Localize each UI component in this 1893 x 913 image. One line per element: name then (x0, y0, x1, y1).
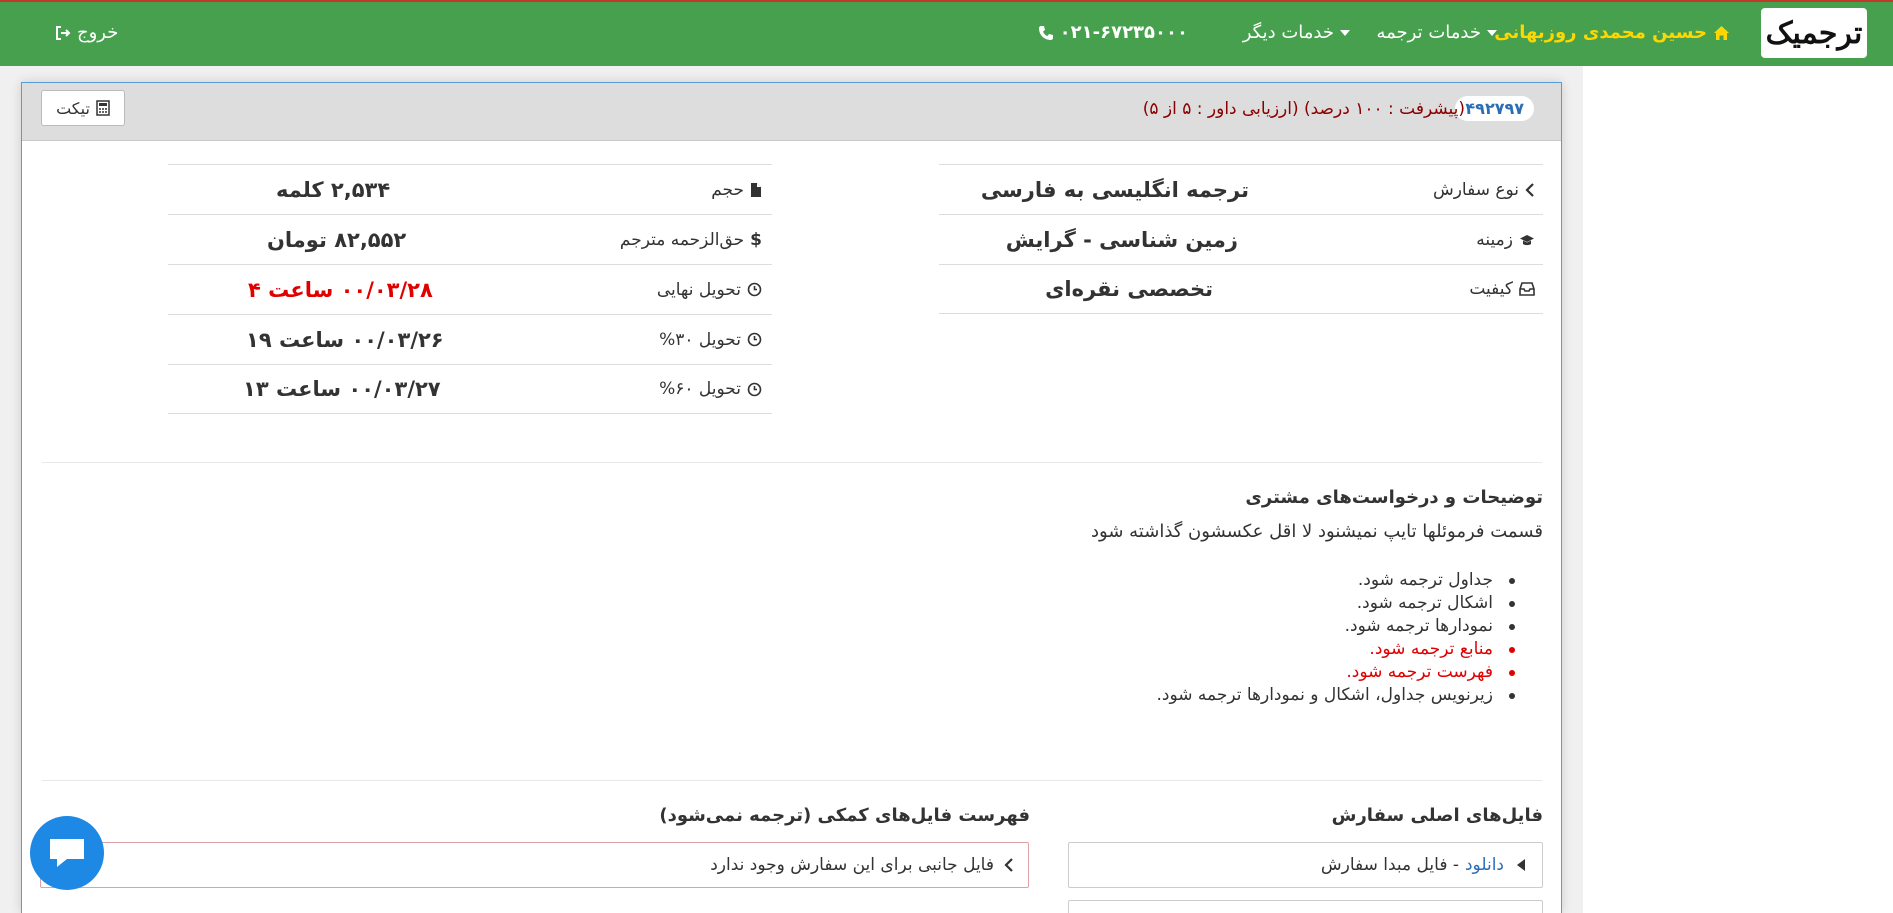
order-panel: ۴۹۲۷۹۷ (پیشرفت : ۱۰۰ درصد) (ارزیابی داور… (21, 82, 1562, 913)
detail-value: ۰۰/۰۳/۲۷ ساعت ۱۳ (243, 377, 441, 401)
list-item: منابع ترجمه شود. (1156, 638, 1543, 661)
detail-label-text: نوع سفارش (1432, 179, 1519, 200)
detail-label-text: زمینه (1476, 229, 1513, 250)
user-name: حسین محمدی روزبهانی (1494, 22, 1707, 43)
detail-row-final-delivery: تحویل نهایی ۰۰/۰۳/۲۸ ساعت ۴ (168, 264, 772, 314)
dollar-icon: $ (750, 229, 762, 250)
translation-services-dropdown[interactable]: خدمات ترجمه (1376, 22, 1497, 43)
detail-label-text: تحویل نهایی (656, 279, 741, 300)
chevron-left-icon (1525, 182, 1534, 197)
logout-link[interactable]: خروج (55, 22, 118, 43)
source-file-label: - فایل مبدا سفارش (1320, 855, 1459, 875)
phone-icon (1038, 25, 1053, 40)
order-panel-header: ۴۹۲۷۹۷ (پیشرفت : ۱۰۰ درصد) (ارزیابی داور… (22, 83, 1561, 141)
list-item: زیرنویس جداول، اشکال و نمودارها ترجمه شو… (1156, 684, 1543, 707)
list-item: نمودارها ترجمه شود. (1156, 615, 1543, 638)
file-item-partial (1068, 900, 1543, 913)
detail-label: زمینه (1476, 230, 1535, 250)
phone-number: ۰۲۱-۶۷۲۳۵۰۰۰ (1059, 22, 1188, 43)
inbox-icon (1519, 282, 1535, 296)
detail-row-volume: حجم ۲,۵۳۴ کلمه (168, 164, 772, 214)
detail-label: تحویل ۶۰% (659, 379, 762, 399)
detail-label-text: تحویل ۶۰% (659, 379, 741, 399)
top-navbar: ترجمیک حسین محمدی روزبهانی خدمات ترجمه خ… (0, 0, 1893, 66)
logout-icon (56, 25, 71, 40)
detail-row-fee: $ حق‌الزحمه مترجم ۸۲,۵۵۲ تومان (168, 214, 772, 264)
detail-value: زمین شناسی - گرایش (1005, 227, 1238, 252)
detail-row-field: زمینه زمین شناسی - گرایش (939, 214, 1543, 264)
calculator-icon (96, 100, 110, 116)
detail-value: ۸۲,۵۵۲ تومان (267, 227, 407, 252)
no-aux-files-item: فایل جانبی برای این سفارش وجود ندارد (40, 842, 1029, 888)
main-files-title: فایل‌های اصلی سفارش (1331, 805, 1543, 826)
chevron-down-icon (1340, 29, 1350, 36)
detail-label-text: حجم (711, 179, 744, 200)
customer-requests-title: توضیحات و درخواست‌های مشتری (1245, 487, 1543, 508)
progress-status: (پیشرفت : ۱۰۰ درصد) (ارزیابی داور : ۵ از… (1142, 99, 1465, 119)
file-icon (751, 182, 761, 197)
list-item: فهرست ترجمه شود. (1156, 661, 1543, 684)
ticket-button[interactable]: تیکت (41, 90, 125, 126)
detail-row-delivery-60: تحویل ۶۰% ۰۰/۰۳/۲۷ ساعت ۱۳ (168, 364, 772, 414)
detail-value: ۰۰/۰۳/۲۶ ساعت ۱۹ (246, 327, 444, 352)
detail-row-order-type: نوع سفارش ترجمه انگلیسی به فارسی (939, 164, 1543, 214)
other-services-label: خدمات دیگر (1242, 22, 1334, 43)
detail-label: نوع سفارش (1433, 180, 1535, 200)
translation-services-label: خدمات ترجمه (1376, 22, 1482, 43)
detail-label-text: تحویل ۳۰% (659, 329, 741, 350)
section-divider (42, 780, 1542, 781)
chevron-left-icon (1004, 858, 1013, 872)
chevron-down-icon (1487, 29, 1497, 36)
download-link[interactable]: دانلود (1465, 855, 1504, 875)
clock-icon (747, 282, 762, 297)
no-aux-files-text: فایل جانبی برای این سفارش وجود ندارد (710, 855, 994, 875)
detail-label-text: کیفیت (1469, 279, 1513, 299)
caret-left-icon (1517, 859, 1525, 871)
clock-icon (747, 332, 762, 347)
side-blank-area (1583, 66, 1893, 913)
final-delivery-date: ۰۰/۰۳/۲۸ ساعت ۴ (248, 277, 433, 302)
chat-bubble-icon (50, 839, 84, 867)
phone-link[interactable]: ۰۲۱-۶۷۲۳۵۰۰۰ (1038, 22, 1188, 43)
clock-icon (747, 382, 762, 396)
graduation-cap-icon (1520, 234, 1534, 245)
customer-description: قسمت فرموئلها تایپ نمیشنود لا اقل عکسشون… (1091, 521, 1543, 542)
requirements-list: جداول ترجمه شود. اشکال ترجمه شود. نمودار… (1156, 569, 1543, 707)
detail-row-quality: کیفیت تخصصی نقره‌ای (939, 264, 1543, 314)
section-divider (42, 462, 1542, 463)
site-logo[interactable]: ترجمیک (1761, 8, 1867, 58)
source-file-item: دانلود - فایل مبدا سفارش (1068, 842, 1543, 888)
user-menu-link[interactable]: حسین محمدی روزبهانی (1494, 22, 1730, 43)
detail-value: ۲,۵۳۴ کلمه (276, 177, 391, 202)
detail-value: ترجمه انگلیسی به فارسی (980, 177, 1249, 202)
chat-support-button[interactable] (30, 816, 104, 890)
detail-label: تحویل ۳۰% (659, 330, 762, 350)
detail-label: حجم (711, 180, 762, 200)
aux-files-title: فهرست فایل‌های کمکی (ترجمه نمی‌شود) (659, 805, 1030, 826)
order-id-badge: ۴۹۲۷۹۷ (1455, 96, 1534, 121)
logout-label: خروج (77, 22, 119, 43)
list-item: جداول ترجمه شود. (1156, 569, 1543, 592)
home-icon (1714, 25, 1729, 40)
list-item: اشکال ترجمه شود. (1156, 592, 1543, 615)
detail-row-delivery-30: تحویل ۳۰% ۰۰/۰۳/۲۶ ساعت ۱۹ (168, 314, 772, 364)
detail-label-text: حق‌الزحمه مترجم (619, 229, 745, 250)
detail-label: $ حق‌الزحمه مترجم (620, 230, 762, 250)
detail-value: تخصصی نقره‌ای (1045, 277, 1213, 301)
detail-label: کیفیت (1469, 279, 1535, 299)
detail-label: تحویل نهایی (657, 280, 762, 300)
other-services-dropdown[interactable]: خدمات دیگر (1243, 22, 1350, 43)
ticket-label: تیکت (56, 98, 90, 118)
logo-text: ترجمیک (1765, 15, 1863, 51)
